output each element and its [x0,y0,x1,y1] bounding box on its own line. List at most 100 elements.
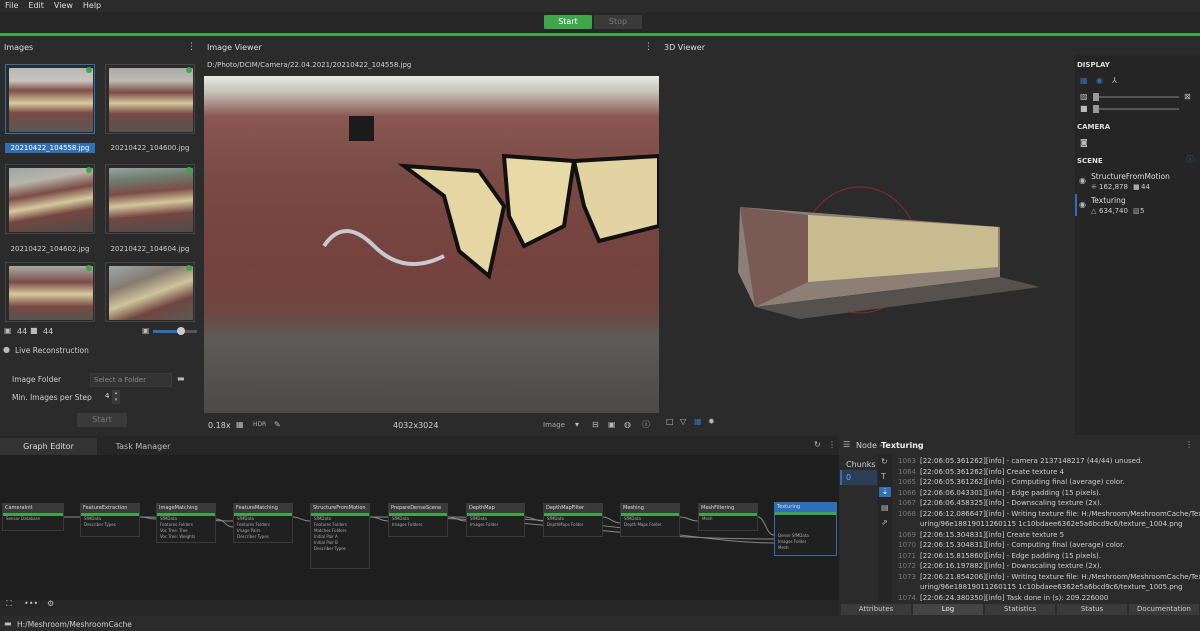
grid-icon[interactable]: ▦ [236,420,244,430]
node-featurematching[interactable]: FeatureMatching SfMData Features Folders… [233,503,293,543]
info-icon[interactable]: ⓘ [642,420,650,430]
node-port[interactable]: Sensor Database [3,516,63,522]
node-title: DepthMapFilter [544,504,602,513]
chunk-item[interactable]: 0 [840,470,877,485]
node-port[interactable]: Describer Types [81,522,139,528]
more-icon[interactable]: ••• [24,599,38,609]
eye-icon[interactable]: ◉ [1079,176,1086,186]
thumbnail-3[interactable] [5,164,95,234]
tab-attributes[interactable]: Attributes [841,604,911,615]
stop-button[interactable]: Stop [594,15,642,29]
node-depthmapfilter[interactable]: DepthMapFilter SfMData DepthMaps Folder [543,503,603,537]
node-meshing[interactable]: Meshing SfMData Depth Maps Folder [620,503,680,537]
node-imagematching[interactable]: ImageMatching SfMData Features Folders V… [156,503,216,543]
tab-task-manager[interactable]: Task Manager [97,438,189,455]
tab-log[interactable]: Log [913,604,983,615]
slider-handle[interactable] [1093,93,1099,101]
log-view[interactable]: 1063 [22:06:05.361262][info] - camera 213… [894,456,1200,602]
menu-help[interactable]: Help [78,0,106,12]
gizmo-icon[interactable]: ⅄ [1112,76,1117,86]
scene-item-sfm-name[interactable]: StructureFromMotion [1091,172,1170,181]
status-dot-icon [86,167,92,173]
graph-canvas[interactable]: CameraInit Sensor Database FeatureExtrac… [0,455,839,600]
slider-handle[interactable] [1093,105,1099,113]
image-icon[interactable]: ▣ [608,420,616,430]
thumbnail-size-slider[interactable] [153,327,197,335]
node-structurefrommotion[interactable]: StructureFromMotion SfMData Features Fol… [310,503,370,569]
download-icon[interactable]: ⇣ [879,487,891,497]
menu-edit[interactable]: Edit [23,0,49,12]
thumbnail-label: 20210422_104602.jpg [10,245,90,253]
color-picker-icon[interactable]: ✎ [274,420,281,430]
node-texturing[interactable]: Texturing Dense SfMData Images Folder Me… [774,502,837,556]
grid-icon[interactable]: ▦ [694,417,702,427]
node-featureextraction[interactable]: FeatureExtraction SfMData Describer Type… [80,503,140,537]
folder-icon[interactable]: ▬ [4,619,12,629]
node-port[interactable]: Mesh [699,516,757,522]
image-folder-input[interactable]: Select a Folder [90,373,172,387]
main-image[interactable] [204,76,659,413]
node-port[interactable]: Describer Types [311,546,369,552]
tab-statistics[interactable]: Statistics [985,604,1055,615]
thumbnail-image [109,266,193,320]
start-button[interactable]: Start [544,15,592,29]
thumbnail-1[interactable] [5,64,95,134]
live-start-button[interactable]: Start [77,413,127,427]
visibility-icon[interactable]: ▽ [680,417,686,427]
node-depthmap[interactable]: DepthMap SfMData Images Folder [466,503,525,537]
thumbnail-5[interactable] [5,262,95,322]
node-port[interactable]: Describer Types [234,534,292,540]
thumbnail-4[interactable] [105,164,195,234]
menu-icon[interactable]: ⋮ [1185,440,1193,450]
hdr-toggle[interactable]: HDR [253,421,266,428]
node-port[interactable]: Images Folder [467,522,524,528]
node-camerainit[interactable]: CameraInit Sensor Database [2,503,64,531]
info-icon[interactable]: ⓘ [1186,155,1194,165]
thumbnail-2[interactable] [105,64,195,134]
slider-handle[interactable] [177,327,185,335]
min-images-stepper[interactable]: 4 ▴ ▾ [90,390,122,404]
node-port[interactable]: Voc Tree: Weights [157,534,215,540]
fit-view-icon[interactable]: ⛶ [6,599,12,609]
image-mode-select[interactable]: Image [543,421,565,429]
grid-icon[interactable]: ▦ [1080,76,1088,86]
refresh-icon[interactable]: ↻ [881,457,888,467]
settings-icon[interactable]: ✹ [708,417,715,427]
folder-icon[interactable]: ▬ [177,374,185,384]
menu-file[interactable]: File [0,0,23,12]
chevron-down-icon[interactable]: ▾ [575,420,579,430]
hide-icon[interactable]: □ [666,417,674,427]
metadata-icon[interactable]: ⊟ [592,420,599,430]
refresh-icon[interactable]: ↻ [814,440,821,450]
images-menu-icon[interactable]: ⋮ [187,40,196,55]
node-port[interactable]: Depth Maps Folder [621,522,679,528]
stepper-arrows-icon[interactable]: ▴ ▾ [112,390,120,404]
node-port[interactable]: DepthMaps Folder [544,522,602,528]
target-icon[interactable]: ◉ [1096,76,1103,86]
node-meshfiltering[interactable]: MeshFiltering Mesh [698,503,758,531]
clipboard-icon[interactable]: ▤ [881,503,889,513]
tab-graph-editor[interactable]: Graph Editor [0,438,97,455]
viewer-menu-icon[interactable]: ⋮ [644,40,653,55]
scene-item-texturing-name[interactable]: Texturing [1091,196,1126,205]
node-preparedensescene[interactable]: PrepareDenseScene SfMData Images Folders [388,503,448,537]
camera-scale-slider[interactable] [1093,105,1179,113]
menu-view[interactable]: View [49,0,78,12]
thumbnail-6[interactable] [105,262,195,322]
menu-icon[interactable]: ⋮ [828,440,836,450]
node-port[interactable]: Mesh [775,545,836,551]
tab-documentation[interactable]: Documentation [1129,604,1199,615]
text-icon[interactable]: T [881,472,886,482]
point-size-slider[interactable] [1093,93,1179,101]
live-reconstruction-title[interactable]: Live Reconstruction [15,346,89,355]
globe-icon[interactable]: ◍ [624,420,631,430]
3d-viewport[interactable] [660,57,1074,417]
eye-icon[interactable]: ◉ [1079,200,1086,210]
expand-icon[interactable]: ⊠ [1184,92,1191,102]
settings-icon[interactable]: ⚙ [47,599,54,609]
node-port[interactable]: Images Folders [389,522,447,528]
external-link-icon[interactable]: ⇗ [881,518,888,528]
cache-path: H:/Meshroom/MeshroomCache [17,620,132,629]
tab-status[interactable]: Status [1057,604,1127,615]
camera-icon[interactable]: ◙ [1080,138,1088,148]
